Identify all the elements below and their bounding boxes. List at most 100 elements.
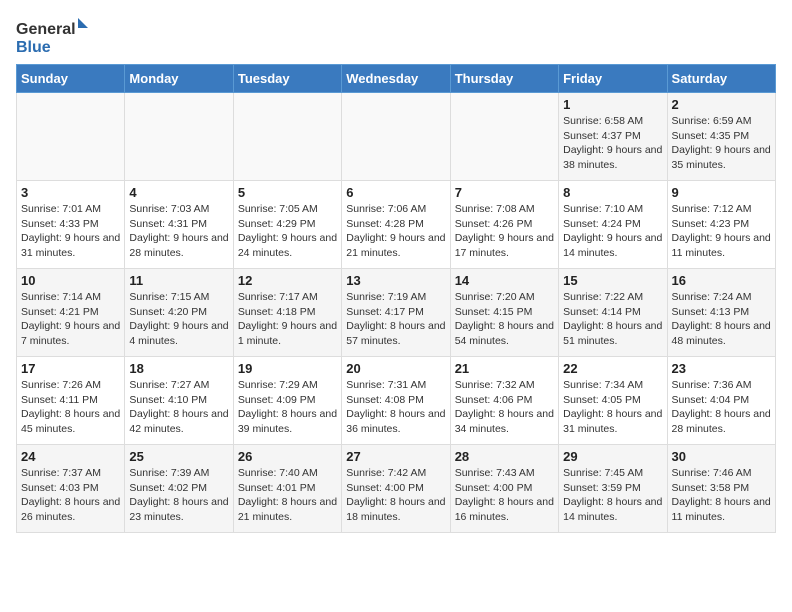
- calendar-cell: 26 Sunrise: 7:40 AM Sunset: 4:01 PM Dayli…: [233, 445, 341, 533]
- day-number: 12: [238, 273, 337, 288]
- day-number: 16: [672, 273, 771, 288]
- day-number: 24: [21, 449, 120, 464]
- day-number: 10: [21, 273, 120, 288]
- day-number: 18: [129, 361, 228, 376]
- calendar-cell: 20 Sunrise: 7:31 AM Sunset: 4:08 PM Dayli…: [342, 357, 450, 445]
- calendar-cell: 25 Sunrise: 7:39 AM Sunset: 4:02 PM Dayli…: [125, 445, 233, 533]
- day-info: Sunrise: 7:36 AM Sunset: 4:04 PM Dayligh…: [672, 378, 771, 437]
- calendar-cell: 27Sunrise: 7:42 AM Sunset: 4:00 PM Dayli…: [342, 445, 450, 533]
- day-info: Sunrise: 7:05 AM Sunset: 4:29 PM Dayligh…: [238, 202, 337, 261]
- calendar-cell: 24 Sunrise: 7:37 AM Sunset: 4:03 PM Dayli…: [17, 445, 125, 533]
- day-info: Sunrise: 7:34 AM Sunset: 4:05 PM Dayligh…: [563, 378, 662, 437]
- calendar-cell: 7 Sunrise: 7:08 AM Sunset: 4:26 PM Daylig…: [450, 181, 558, 269]
- day-number: 13: [346, 273, 445, 288]
- calendar-table: SundayMondayTuesdayWednesdayThursdayFrid…: [16, 64, 776, 533]
- day-number: 3: [21, 185, 120, 200]
- day-number: 15: [563, 273, 662, 288]
- day-number: 8: [563, 185, 662, 200]
- day-info: Sunrise: 7:03 AM Sunset: 4:31 PM Dayligh…: [129, 202, 228, 261]
- day-info: Sunrise: 7:43 AM Sunset: 4:00 PM Dayligh…: [455, 466, 554, 525]
- day-header-tuesday: Tuesday: [233, 65, 341, 93]
- day-header-saturday: Saturday: [667, 65, 775, 93]
- calendar-cell: 8 Sunrise: 7:10 AM Sunset: 4:24 PM Daylig…: [559, 181, 667, 269]
- day-number: 26: [238, 449, 337, 464]
- calendar-cell: 19 Sunrise: 7:29 AM Sunset: 4:09 PM Dayli…: [233, 357, 341, 445]
- calendar-cell: 18Sunrise: 7:27 AM Sunset: 4:10 PM Dayli…: [125, 357, 233, 445]
- day-info: Sunrise: 7:45 AM Sunset: 3:59 PM Dayligh…: [563, 466, 662, 525]
- calendar-cell: 11 Sunrise: 7:15 AM Sunset: 4:20 PM Dayli…: [125, 269, 233, 357]
- calendar-cell: 14 Sunrise: 7:20 AM Sunset: 4:15 PM Dayli…: [450, 269, 558, 357]
- calendar-cell: [17, 93, 125, 181]
- header: GeneralBlue: [16, 16, 776, 56]
- calendar-cell: 22 Sunrise: 7:34 AM Sunset: 4:05 PM Dayli…: [559, 357, 667, 445]
- day-number: 29: [563, 449, 662, 464]
- logo: GeneralBlue: [16, 16, 96, 56]
- day-number: 4: [129, 185, 228, 200]
- day-number: 11: [129, 273, 228, 288]
- day-number: 6: [346, 185, 445, 200]
- calendar-cell: 2 Sunrise: 6:59 AM Sunset: 4:35 PM Daylig…: [667, 93, 775, 181]
- day-header-sunday: Sunday: [17, 65, 125, 93]
- calendar-cell: 30Sunrise: 7:46 AM Sunset: 3:58 PM Dayli…: [667, 445, 775, 533]
- day-info: Sunrise: 7:37 AM Sunset: 4:03 PM Dayligh…: [21, 466, 120, 525]
- calendar-cell: 13 Sunrise: 7:19 AM Sunset: 4:17 PM Dayli…: [342, 269, 450, 357]
- week-row-1: 3 Sunrise: 7:01 AM Sunset: 4:33 PM Daylig…: [17, 181, 776, 269]
- day-info: Sunrise: 7:29 AM Sunset: 4:09 PM Dayligh…: [238, 378, 337, 437]
- day-number: 7: [455, 185, 554, 200]
- calendar-cell: 28 Sunrise: 7:43 AM Sunset: 4:00 PM Dayli…: [450, 445, 558, 533]
- calendar-cell: 5 Sunrise: 7:05 AM Sunset: 4:29 PM Daylig…: [233, 181, 341, 269]
- calendar-cell: [342, 93, 450, 181]
- day-number: 30: [672, 449, 771, 464]
- svg-text:General: General: [16, 21, 76, 38]
- calendar-cell: [233, 93, 341, 181]
- day-info: Sunrise: 7:12 AM Sunset: 4:23 PM Dayligh…: [672, 202, 771, 261]
- day-number: 28: [455, 449, 554, 464]
- day-info: Sunrise: 7:17 AM Sunset: 4:18 PM Dayligh…: [238, 290, 337, 349]
- calendar-cell: 9 Sunrise: 7:12 AM Sunset: 4:23 PM Daylig…: [667, 181, 775, 269]
- day-info: Sunrise: 7:19 AM Sunset: 4:17 PM Dayligh…: [346, 290, 445, 349]
- day-number: 19: [238, 361, 337, 376]
- calendar-cell: 17Sunrise: 7:26 AM Sunset: 4:11 PM Dayli…: [17, 357, 125, 445]
- day-number: 2: [672, 97, 771, 112]
- day-info: Sunrise: 6:58 AM Sunset: 4:37 PM Dayligh…: [563, 114, 662, 173]
- day-number: 1: [563, 97, 662, 112]
- day-info: Sunrise: 7:01 AM Sunset: 4:33 PM Dayligh…: [21, 202, 120, 261]
- calendar-cell: 4 Sunrise: 7:03 AM Sunset: 4:31 PM Daylig…: [125, 181, 233, 269]
- logo-svg: GeneralBlue: [16, 16, 96, 56]
- calendar-cell: 6 Sunrise: 7:06 AM Sunset: 4:28 PM Daylig…: [342, 181, 450, 269]
- day-info: Sunrise: 7:14 AM Sunset: 4:21 PM Dayligh…: [21, 290, 120, 349]
- day-header-monday: Monday: [125, 65, 233, 93]
- day-info: Sunrise: 7:10 AM Sunset: 4:24 PM Dayligh…: [563, 202, 662, 261]
- week-row-4: 24 Sunrise: 7:37 AM Sunset: 4:03 PM Dayli…: [17, 445, 776, 533]
- day-info: Sunrise: 7:15 AM Sunset: 4:20 PM Dayligh…: [129, 290, 228, 349]
- day-number: 9: [672, 185, 771, 200]
- calendar-cell: 21 Sunrise: 7:32 AM Sunset: 4:06 PM Dayli…: [450, 357, 558, 445]
- week-row-3: 17Sunrise: 7:26 AM Sunset: 4:11 PM Dayli…: [17, 357, 776, 445]
- day-info: Sunrise: 7:31 AM Sunset: 4:08 PM Dayligh…: [346, 378, 445, 437]
- calendar-cell: 16 Sunrise: 7:24 AM Sunset: 4:13 PM Dayli…: [667, 269, 775, 357]
- day-info: Sunrise: 7:20 AM Sunset: 4:15 PM Dayligh…: [455, 290, 554, 349]
- day-number: 27: [346, 449, 445, 464]
- day-number: 23: [672, 361, 771, 376]
- day-info: Sunrise: 7:08 AM Sunset: 4:26 PM Dayligh…: [455, 202, 554, 261]
- day-number: 5: [238, 185, 337, 200]
- day-header-wednesday: Wednesday: [342, 65, 450, 93]
- day-number: 25: [129, 449, 228, 464]
- day-info: Sunrise: 7:24 AM Sunset: 4:13 PM Dayligh…: [672, 290, 771, 349]
- calendar-cell: 23 Sunrise: 7:36 AM Sunset: 4:04 PM Dayli…: [667, 357, 775, 445]
- day-number: 21: [455, 361, 554, 376]
- day-info: Sunrise: 7:06 AM Sunset: 4:28 PM Dayligh…: [346, 202, 445, 261]
- calendar-cell: 12 Sunrise: 7:17 AM Sunset: 4:18 PM Dayli…: [233, 269, 341, 357]
- calendar-cell: [125, 93, 233, 181]
- day-info: Sunrise: 7:22 AM Sunset: 4:14 PM Dayligh…: [563, 290, 662, 349]
- day-header-friday: Friday: [559, 65, 667, 93]
- day-number: 20: [346, 361, 445, 376]
- day-info: Sunrise: 6:59 AM Sunset: 4:35 PM Dayligh…: [672, 114, 771, 173]
- day-info: Sunrise: 7:32 AM Sunset: 4:06 PM Dayligh…: [455, 378, 554, 437]
- day-info: Sunrise: 7:39 AM Sunset: 4:02 PM Dayligh…: [129, 466, 228, 525]
- day-number: 22: [563, 361, 662, 376]
- day-number: 17: [21, 361, 120, 376]
- calendar-cell: 15 Sunrise: 7:22 AM Sunset: 4:14 PM Dayli…: [559, 269, 667, 357]
- day-number: 14: [455, 273, 554, 288]
- day-info: Sunrise: 7:40 AM Sunset: 4:01 PM Dayligh…: [238, 466, 337, 525]
